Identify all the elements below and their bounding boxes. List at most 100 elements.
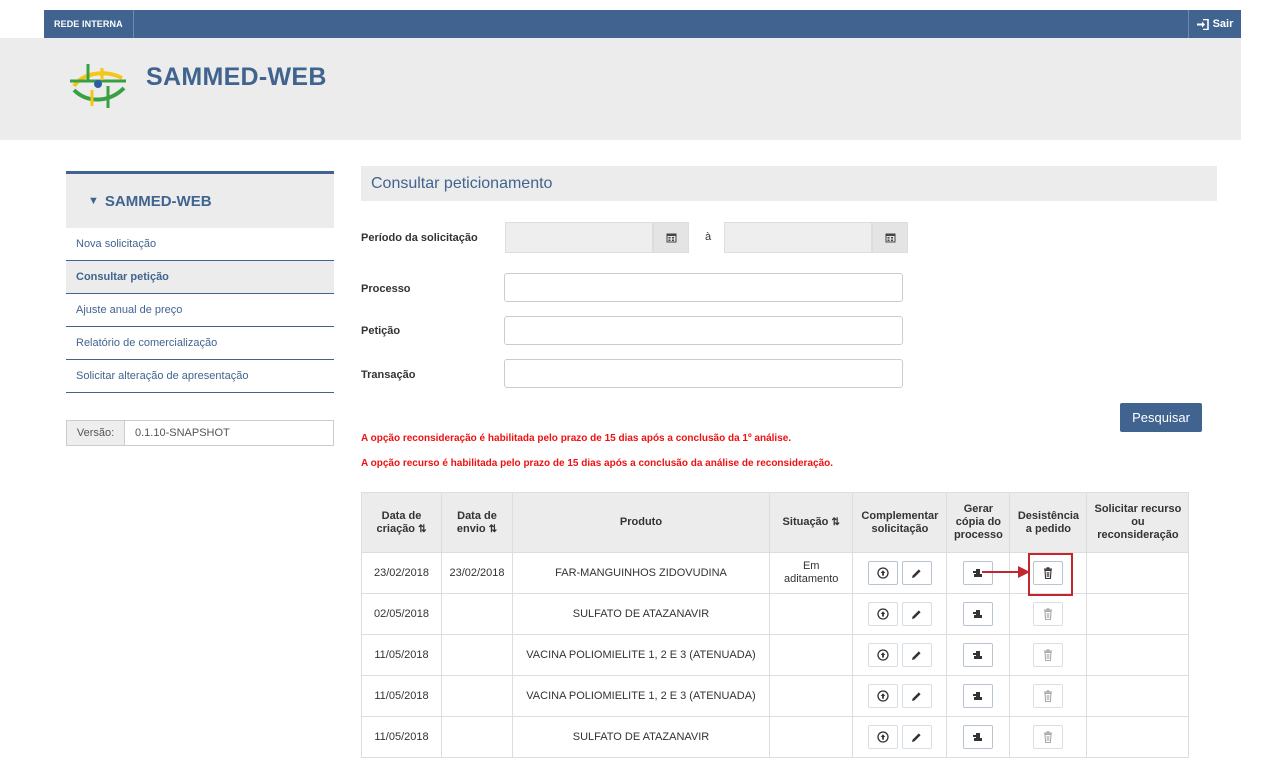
notice-reconsideration: A opção reconsideração é habilitada pelo…	[361, 433, 792, 444]
sidebar-item-relatorio[interactable]: Relatório de comercialização	[66, 327, 334, 360]
cell-product: VACINA POLIOMIELITE 1, 2 E 3 (ATENUADA)	[512, 634, 770, 676]
trash-icon	[1044, 731, 1053, 743]
annotation-arrow	[982, 566, 1030, 578]
copy-icon	[973, 732, 983, 741]
sort-icon[interactable]: ⇅	[831, 517, 839, 528]
date-start-input[interactable]	[505, 222, 653, 253]
cell-appeal	[1086, 675, 1190, 717]
results-table: Data de criação ⇅ Data de envio ⇅ Produt…	[361, 492, 1190, 758]
col-created-label: Data de criação	[376, 509, 422, 535]
date-end-input[interactable]	[724, 222, 872, 253]
cell-product: VACINA POLIOMIELITE 1, 2 E 3 (ATENUADA)	[512, 675, 770, 717]
copy-process-button[interactable]	[963, 643, 994, 667]
cell-withdraw	[1009, 716, 1088, 758]
period-separator: à	[705, 231, 712, 243]
pencil-icon	[912, 650, 922, 660]
sidebar-item-consultar-peticao[interactable]: Consultar petição	[66, 261, 334, 294]
withdraw-button[interactable]	[1033, 602, 1064, 626]
col-withdraw: Desistência a pedido	[1009, 492, 1088, 553]
cell-copy	[946, 675, 1011, 717]
cell-complement	[852, 552, 948, 594]
edit-complement-button[interactable]	[901, 561, 932, 585]
cell-status	[768, 716, 854, 758]
cell-copy	[946, 716, 1011, 758]
copy-process-button[interactable]	[963, 725, 994, 749]
table-row: 11/05/2018 VACINA POLIOMIELITE 1, 2 E 3 (…	[361, 675, 1190, 717]
cell-status	[768, 634, 854, 676]
add-complement-button[interactable]	[867, 725, 898, 749]
sidebar: ▼ SAMMED-WEB Nova solicitação Consultar …	[66, 171, 334, 393]
caret-down-icon: ▼	[88, 195, 99, 207]
withdraw-button[interactable]	[1033, 643, 1064, 667]
copy-process-button[interactable]	[963, 684, 994, 708]
sidebar-header[interactable]: ▼ SAMMED-WEB	[66, 171, 334, 228]
calendar-icon	[666, 233, 676, 243]
edit-complement-button[interactable]	[901, 684, 932, 708]
copy-process-button[interactable]	[963, 602, 994, 626]
cell-status	[768, 675, 854, 717]
cell-appeal	[1086, 716, 1190, 758]
page-title: Consultar peticionamento	[361, 166, 1217, 201]
sidebar-header-label: SAMMED-WEB	[104, 192, 212, 210]
col-status-label: Situação	[782, 516, 829, 528]
transaction-label: Transação	[361, 369, 416, 381]
add-complement-button[interactable]	[867, 602, 898, 626]
logout-button[interactable]: Sair	[1188, 10, 1241, 38]
cell-complement	[852, 675, 948, 717]
cell-complement	[852, 634, 948, 676]
version-value: 0.1.10-SNAPSHOT	[135, 427, 230, 439]
add-complement-button[interactable]	[867, 643, 898, 667]
network-label: REDE INTERNA	[44, 10, 134, 38]
sort-icon[interactable]: ⇅	[489, 524, 497, 535]
cell-product: SULFATO DE ATAZANAVIR	[512, 593, 770, 635]
upload-circle-icon	[877, 649, 889, 661]
period-label: Período da solicitação	[361, 232, 478, 244]
date-start-calendar-button[interactable]	[653, 222, 689, 253]
top-bar: REDE INTERNA Sair	[44, 10, 1241, 38]
edit-complement-button[interactable]	[901, 725, 932, 749]
trash-icon	[1044, 608, 1053, 620]
calendar-icon	[885, 233, 895, 243]
transaction-input[interactable]	[504, 359, 903, 388]
cell-appeal	[1086, 552, 1190, 594]
date-end-calendar-button[interactable]	[872, 222, 908, 253]
col-sent[interactable]: Data de envio ⇅	[441, 492, 513, 553]
withdraw-button[interactable]	[1033, 684, 1064, 708]
table-row: 02/05/2018 SULFATO DE ATAZANAVIR	[361, 593, 1190, 635]
cell-created: 02/05/2018	[361, 593, 442, 635]
app-title: SAMMED-WEB	[146, 63, 327, 91]
cell-sent	[441, 675, 513, 717]
sidebar-item-nova-solicitacao[interactable]: Nova solicitação	[66, 228, 334, 261]
upload-circle-icon	[877, 608, 889, 620]
cell-appeal	[1086, 593, 1190, 635]
pencil-icon	[912, 691, 922, 701]
edit-complement-button[interactable]	[901, 602, 932, 626]
trash-icon	[1044, 690, 1053, 702]
version-box: Versão: 0.1.10-SNAPSHOT	[66, 420, 334, 446]
petition-input[interactable]	[504, 316, 903, 345]
add-complement-button[interactable]	[867, 561, 898, 585]
col-status[interactable]: Situação ⇅	[768, 492, 854, 553]
cell-copy	[946, 593, 1011, 635]
add-complement-button[interactable]	[867, 684, 898, 708]
pencil-icon	[912, 609, 922, 619]
version-label: Versão:	[67, 421, 125, 445]
table-row: 11/05/2018 SULFATO DE ATAZANAVIR	[361, 716, 1190, 758]
cell-status-text: Em aditamento	[784, 560, 839, 585]
logout-label: Sair	[1212, 18, 1234, 30]
sort-icon[interactable]: ⇅	[418, 524, 426, 535]
withdraw-button[interactable]	[1033, 725, 1064, 749]
search-button[interactable]: Pesquisar	[1120, 403, 1202, 432]
cell-copy	[946, 634, 1011, 676]
highlight-box	[1028, 553, 1073, 596]
sidebar-item-ajuste-anual[interactable]: Ajuste anual de preço	[66, 294, 334, 327]
cell-created: 23/02/2018	[361, 552, 442, 594]
cell-complement	[852, 593, 948, 635]
cell-sent: 23/02/2018	[441, 552, 513, 594]
col-created[interactable]: Data de criação ⇅	[361, 492, 442, 553]
sidebar-item-alteracao-apresentacao[interactable]: Solicitar alteração de apresentação	[66, 360, 334, 393]
trash-icon	[1044, 649, 1053, 661]
edit-complement-button[interactable]	[901, 643, 932, 667]
cell-withdraw	[1009, 675, 1088, 717]
process-input[interactable]	[504, 273, 903, 302]
